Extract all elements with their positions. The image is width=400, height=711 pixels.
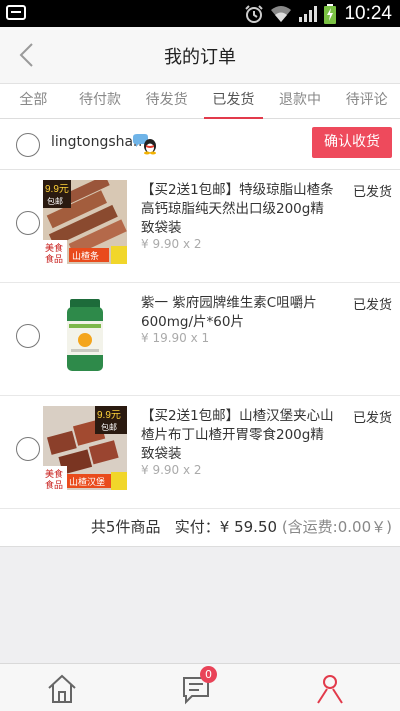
item-title[interactable]: 【买2送1包邮】山楂汉堡夹心山楂片布丁山楂开胃零食200g精致袋装: [141, 407, 336, 464]
svg-text:包邮: 包邮: [101, 422, 117, 432]
item-title[interactable]: 紫一 紫府园牌维生素C咀嚼片600mg/片*60片: [141, 294, 336, 332]
svg-text:山楂汉堡: 山楂汉堡: [69, 476, 105, 488]
svg-text:食品: 食品: [45, 253, 63, 264]
tab-pending-review[interactable]: 待评论: [333, 84, 400, 118]
order-item[interactable]: 紫一 紫府园牌维生素C咀嚼片600mg/片*60片 ¥ 19.90 x 1 已发…: [0, 283, 400, 396]
shop-name[interactable]: lingtongshan: [51, 134, 142, 150]
shipping-fee: (含运费:0.00￥): [281, 518, 392, 536]
item-status: 已发货: [352, 298, 392, 313]
alarm-icon: [245, 5, 264, 23]
order-summary-text: 共5件商品 实付：¥ 59.50 (含运费:0.00￥): [91, 516, 392, 537]
item-select-radio[interactable]: [16, 324, 40, 348]
tab-pending-shipment[interactable]: 待发货: [133, 84, 200, 118]
home-icon[interactable]: [45, 672, 79, 706]
qq-chat-icon[interactable]: [131, 133, 159, 155]
clock: 10:24: [344, 3, 392, 24]
svg-text:9.9元: 9.9元: [45, 184, 69, 195]
svg-text:山楂条: 山楂条: [72, 250, 99, 262]
tab-pending-payment[interactable]: 待付款: [67, 84, 134, 118]
status-icons: 10:24: [244, 3, 392, 25]
keyboard-notification-icon: [6, 5, 26, 20]
tab-refunding[interactable]: 退款中: [267, 84, 334, 118]
order-card: lingtongshan 确认收货 9.9元 包邮 美食 食品 山楂条 【买2送…: [0, 119, 400, 547]
user-icon[interactable]: [313, 672, 347, 706]
item-price: ¥ 9.90 x 2: [141, 237, 202, 251]
item-count: 共5件商品: [90, 518, 161, 536]
page-title: 我的订单: [164, 47, 236, 68]
order-total: ¥ 59.50: [219, 518, 278, 536]
paid-label: 实付：: [174, 518, 220, 536]
wifi-icon: [271, 6, 292, 22]
signal-icon: [299, 6, 318, 22]
order-item[interactable]: 9.9元 包邮 美食 食品 山楂条 【买2送1包邮】特级琼脂山楂条高钙琼脂纯天然…: [0, 170, 400, 283]
tab-shipped[interactable]: 已发货: [200, 84, 267, 119]
item-price: ¥ 9.90 x 2: [141, 463, 202, 477]
item-price: ¥ 19.90 x 1: [141, 331, 210, 345]
product-image-hawthorn-strips[interactable]: 9.9元 包邮 美食 食品 山楂条: [43, 180, 127, 264]
item-title[interactable]: 【买2送1包邮】特级琼脂山楂条高钙琼脂纯天然出口级200g精致袋装: [141, 181, 336, 238]
message-nav-item[interactable]: 0: [180, 666, 217, 706]
order-summary: 共5件商品 实付：¥ 59.50 (含运费:0.00￥): [0, 505, 400, 547]
message-badge: 0: [200, 666, 217, 683]
svg-text:包邮: 包邮: [47, 196, 63, 206]
page-header: 我的订单: [0, 27, 400, 84]
item-status: 已发货: [352, 411, 392, 426]
product-image-hawthorn-burger[interactable]: 9.9元 包邮 美食 食品 山楂汉堡: [43, 406, 127, 490]
order-select-radio[interactable]: [16, 133, 40, 157]
order-item[interactable]: 9.9元 包邮 美食 食品 山楂汉堡 【买2送1包邮】山楂汉堡夹心山楂片布丁山楂…: [0, 396, 400, 509]
tab-all[interactable]: 全部: [0, 84, 67, 118]
order-status-tabs: 全部 待付款 待发货 已发货 退款中 待评论: [0, 84, 400, 119]
svg-text:美食: 美食: [45, 468, 63, 480]
svg-text:9.9元: 9.9元: [97, 410, 121, 421]
battery-charging-icon: [324, 4, 337, 24]
status-bar: 10:24: [0, 0, 400, 27]
bottom-nav: 0: [0, 663, 400, 711]
product-image-vitamin-c-bottle[interactable]: [43, 293, 127, 377]
item-select-radio[interactable]: [16, 211, 40, 235]
item-select-radio[interactable]: [16, 437, 40, 461]
shop-row: lingtongshan 确认收货: [0, 119, 400, 170]
item-status: 已发货: [352, 185, 392, 200]
confirm-receipt-button[interactable]: 确认收货: [312, 127, 392, 158]
svg-text:美食: 美食: [45, 242, 63, 254]
svg-text:食品: 食品: [45, 479, 63, 490]
